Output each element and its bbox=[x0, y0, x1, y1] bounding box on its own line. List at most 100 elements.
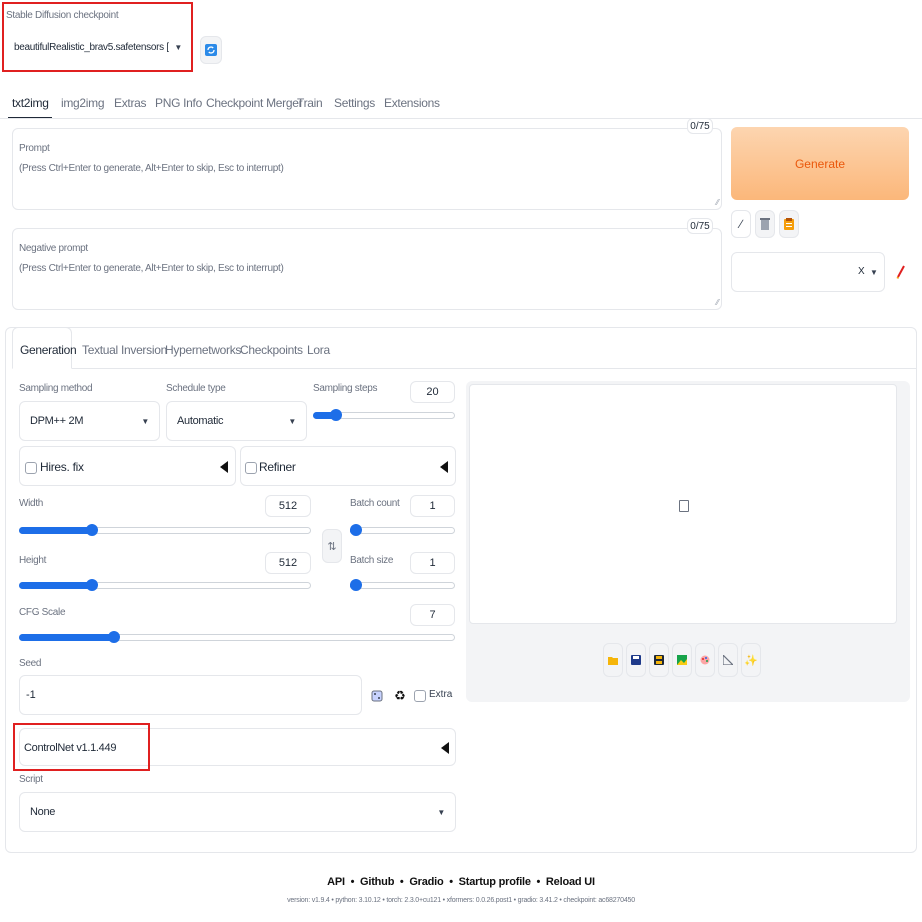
checkpoint-label: Stable Diffusion checkpoint bbox=[6, 10, 119, 21]
tab-checkpoint-merger[interactable]: Checkpoint Merger bbox=[206, 96, 303, 110]
cfg-scale-slider[interactable] bbox=[19, 631, 455, 643]
checkpoint-value: beautifulRealistic_brav5.safetensors [ac… bbox=[14, 41, 169, 53]
tab-train[interactable]: Train bbox=[297, 96, 323, 110]
sparkle-icon: ✨ bbox=[744, 654, 758, 667]
footer-separator: • bbox=[533, 876, 544, 888]
save-button[interactable] bbox=[626, 643, 646, 677]
image-placeholder-icon bbox=[679, 500, 689, 512]
hires-fix-accordion[interactable]: Hires. fix bbox=[19, 446, 236, 486]
batch-size-slider[interactable] bbox=[350, 579, 455, 591]
subtab-checkpoints[interactable]: Checkpoints bbox=[240, 343, 303, 357]
slider-thumb[interactable] bbox=[86, 579, 98, 591]
seed-value: -1 bbox=[26, 689, 36, 701]
sampling-steps-slider[interactable] bbox=[313, 409, 455, 421]
slider-thumb[interactable] bbox=[350, 579, 362, 591]
image-icon bbox=[677, 655, 687, 665]
footer-link-startup-profile[interactable]: Startup profile bbox=[459, 876, 531, 888]
chevron-down-icon: ▼ bbox=[174, 42, 182, 52]
batch-count-input[interactable]: 1 bbox=[410, 495, 455, 517]
refiner-label: Refiner bbox=[259, 460, 296, 474]
styles-clear-button[interactable]: X bbox=[858, 266, 865, 277]
sampling-method-select[interactable]: DPM++ 2M ▼ bbox=[19, 401, 160, 441]
sampling-method-label: Sampling method bbox=[19, 383, 93, 394]
extra-seed-checkbox[interactable] bbox=[414, 690, 426, 702]
collapse-arrow-icon bbox=[441, 742, 449, 754]
styles-select[interactable]: X ▼ bbox=[731, 252, 885, 292]
cfg-scale-input[interactable]: 7 bbox=[410, 604, 455, 626]
chevron-down-icon: ▼ bbox=[141, 416, 149, 426]
subtab-hypernetworks[interactable]: Hypernetworks bbox=[165, 343, 241, 357]
resize-handle-icon[interactable]: ⁄⁄ bbox=[716, 198, 719, 207]
trash-icon bbox=[760, 218, 770, 230]
reuse-seed-button[interactable]: ♻ bbox=[391, 683, 409, 709]
hires-fix-checkbox[interactable] bbox=[25, 462, 37, 474]
slider-thumb[interactable] bbox=[108, 631, 120, 643]
send-to-img2img-button[interactable] bbox=[672, 643, 692, 677]
resize-handle-icon[interactable]: ⁄⁄ bbox=[716, 298, 719, 307]
chevron-down-icon: ▼ bbox=[288, 416, 296, 426]
zip-button[interactable] bbox=[649, 643, 669, 677]
sampling-method-value: DPM++ 2M bbox=[30, 415, 84, 427]
batch-count-label: Batch count bbox=[350, 498, 400, 509]
batch-size-input[interactable]: 1 bbox=[410, 552, 455, 574]
negative-prompt-textarea[interactable]: Negative prompt (Press Ctrl+Enter to gen… bbox=[12, 228, 722, 310]
script-value: None bbox=[30, 806, 56, 818]
slider-fill bbox=[19, 527, 92, 534]
generate-label: Generate bbox=[794, 156, 846, 171]
generate-button[interactable]: Generate bbox=[731, 127, 909, 200]
height-slider[interactable] bbox=[19, 579, 311, 591]
chevron-down-icon: ▼ bbox=[437, 807, 445, 817]
sampling-steps-input[interactable]: 20 bbox=[410, 381, 455, 403]
subtab-generation[interactable]: Generation bbox=[20, 343, 77, 357]
checkpoint-select[interactable]: beautifulRealistic_brav5.safetensors [ac… bbox=[6, 30, 190, 64]
trash-button[interactable] bbox=[755, 210, 775, 238]
tab-img2img[interactable]: img2img bbox=[61, 96, 105, 110]
tab-png-info[interactable]: PNG Info bbox=[155, 96, 202, 110]
width-slider[interactable] bbox=[19, 524, 311, 536]
pencil-button[interactable]: ∕ bbox=[731, 210, 751, 238]
slider-track[interactable] bbox=[350, 582, 455, 589]
swap-dimensions-button[interactable]: ⇅ bbox=[322, 529, 342, 563]
palette-icon bbox=[700, 655, 710, 665]
slider-track[interactable] bbox=[350, 527, 455, 534]
subtab-lora[interactable]: Lora bbox=[307, 343, 330, 357]
clipboard-button[interactable] bbox=[779, 210, 799, 238]
batch-count-slider[interactable] bbox=[350, 524, 455, 536]
slider-thumb[interactable] bbox=[330, 409, 342, 421]
zip-icon bbox=[654, 655, 664, 665]
random-seed-button[interactable] bbox=[368, 683, 386, 709]
subtab-textual-inversion[interactable]: Textual Inversion bbox=[82, 343, 167, 357]
tab-extensions[interactable]: Extensions bbox=[384, 96, 440, 110]
ruler-icon bbox=[723, 655, 733, 665]
tab-settings[interactable]: Settings bbox=[334, 96, 375, 110]
open-folder-button[interactable] bbox=[603, 643, 623, 677]
tab-extras[interactable]: Extras bbox=[114, 96, 147, 110]
edit-styles-button[interactable] bbox=[890, 255, 912, 289]
pencil-icon: ∕ bbox=[739, 217, 742, 231]
width-input[interactable]: 512 bbox=[265, 495, 311, 517]
hires-fix-label: Hires. fix bbox=[40, 460, 84, 474]
generation-tab-divider bbox=[72, 368, 917, 369]
sparkle-button[interactable]: ✨ bbox=[741, 643, 761, 677]
footer-link-reload-ui[interactable]: Reload UI bbox=[546, 876, 595, 888]
refiner-accordion[interactable]: Refiner bbox=[240, 446, 456, 486]
script-select[interactable]: None ▼ bbox=[19, 792, 456, 832]
send-to-extras-button[interactable] bbox=[718, 643, 738, 677]
tab-txt2img[interactable]: txt2img bbox=[12, 96, 49, 110]
schedule-type-select[interactable]: Automatic ▼ bbox=[166, 401, 307, 441]
send-to-inpaint-button[interactable] bbox=[695, 643, 715, 677]
slider-thumb[interactable] bbox=[86, 524, 98, 536]
footer-link-gradio[interactable]: Gradio bbox=[409, 876, 443, 888]
footer-link-github[interactable]: Github bbox=[360, 876, 394, 888]
negative-prompt-token-counter: 0/75 bbox=[687, 218, 713, 234]
seed-input[interactable]: -1 bbox=[19, 675, 362, 715]
edit-icon bbox=[896, 265, 905, 279]
refresh-checkpoint-button[interactable] bbox=[200, 36, 222, 64]
height-input[interactable]: 512 bbox=[265, 552, 311, 574]
refresh-icon bbox=[205, 44, 217, 56]
slider-thumb[interactable] bbox=[350, 524, 362, 536]
refiner-checkbox[interactable] bbox=[245, 462, 257, 474]
prompt-textarea[interactable]: Prompt (Press Ctrl+Enter to generate, Al… bbox=[12, 128, 722, 210]
collapse-arrow-icon bbox=[440, 461, 448, 473]
footer-link-api[interactable]: API bbox=[327, 876, 345, 888]
